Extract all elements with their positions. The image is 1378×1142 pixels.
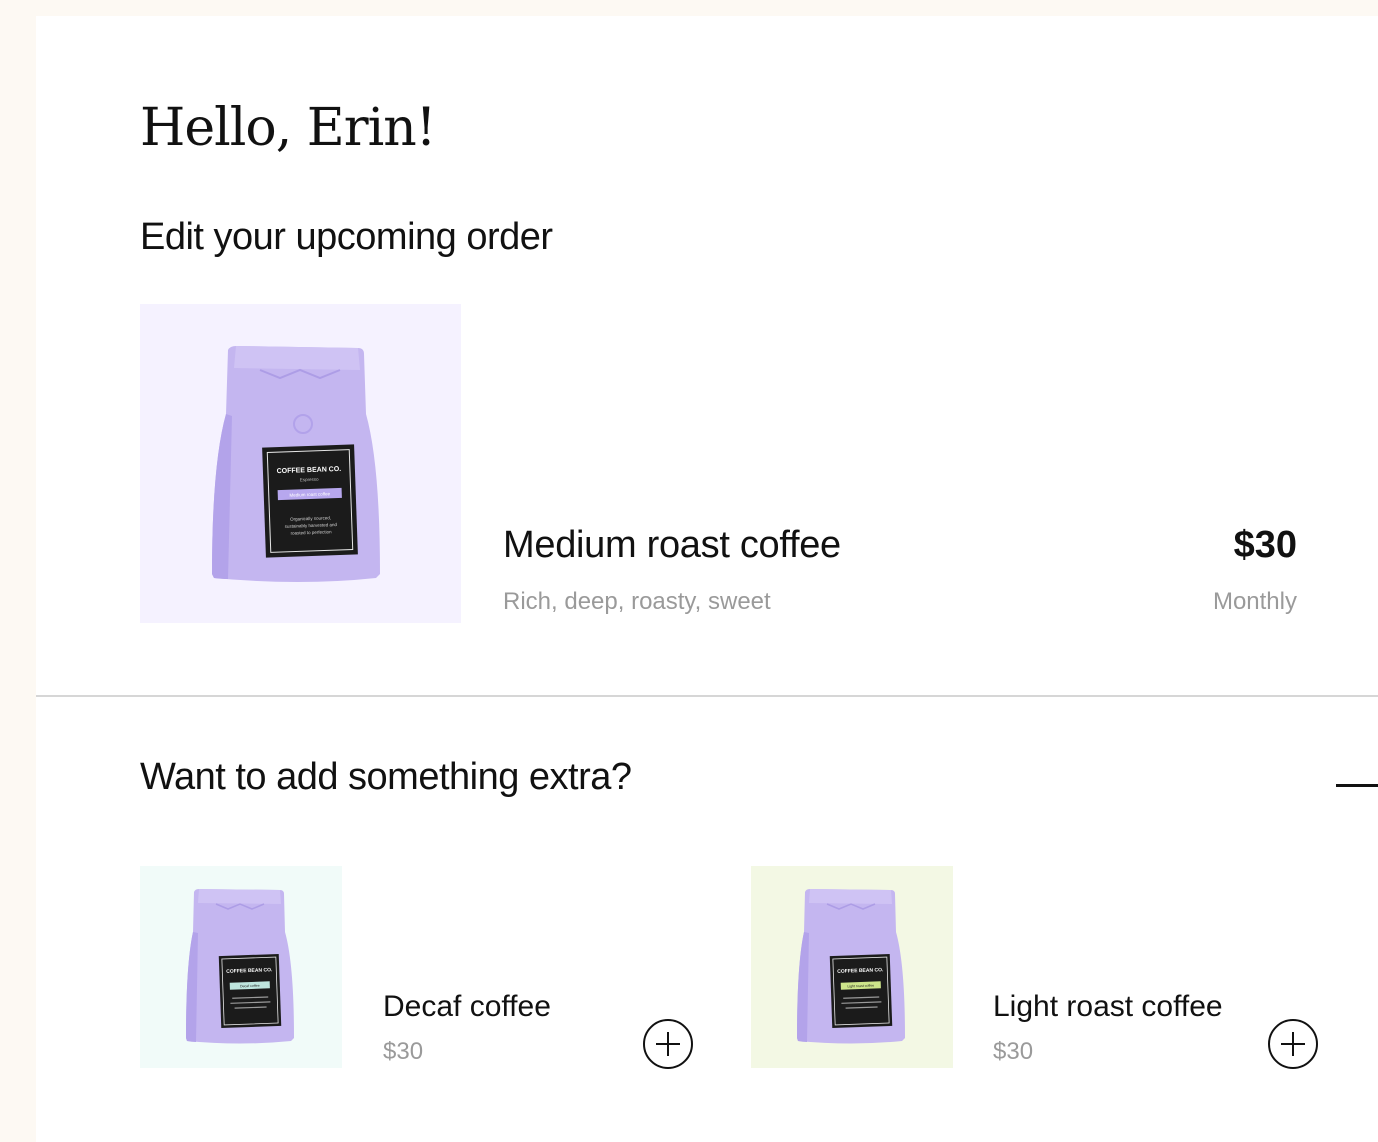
minus-icon xyxy=(1336,784,1378,787)
order-card: Hello, Erin! Edit your upcoming order CO… xyxy=(36,16,1378,1142)
upcoming-order-heading: Edit your upcoming order xyxy=(140,216,553,258)
coffee-bag-illustration: COFFEE BEAN CO. Light roast coffee xyxy=(751,866,953,1068)
coffee-bag-illustration: COFFEE BEAN CO. Decaf coffee xyxy=(140,866,342,1068)
extras-heading: Want to add something extra? xyxy=(140,756,632,798)
add-light-roast-button[interactable] xyxy=(1267,1018,1319,1070)
order-item-frequency: Monthly xyxy=(1212,588,1297,615)
collapse-extras-button[interactable] xyxy=(1336,770,1378,800)
bag-band-text: Decaf coffee xyxy=(240,984,260,989)
order-item-name: Medium roast coffee xyxy=(503,524,841,566)
greeting-heading: Hello, Erin! xyxy=(140,98,437,158)
bag-sub-text: Espresso xyxy=(300,477,319,483)
light-roast-product-image: COFFEE BEAN CO. Light roast coffee xyxy=(751,866,953,1068)
plus-circle-icon xyxy=(643,1019,693,1069)
add-decaf-button[interactable] xyxy=(642,1018,694,1070)
decaf-product-image: COFFEE BEAN CO. Decaf coffee xyxy=(140,866,342,1068)
decaf-item-name: Decaf coffee xyxy=(383,990,551,1023)
order-item-description: Rich, deep, roasty, sweet xyxy=(503,588,771,615)
coffee-bag-illustration: COFFEE BEAN CO. Espresso Medium roast co… xyxy=(140,304,461,623)
light-roast-item-name: Light roast coffee xyxy=(993,990,1223,1023)
decaf-item-price: $30 xyxy=(383,1038,424,1065)
section-divider xyxy=(36,695,1378,697)
light-roast-item-price: $30 xyxy=(993,1038,1034,1065)
medium-roast-product-image: COFFEE BEAN CO. Espresso Medium roast co… xyxy=(140,304,461,623)
plus-circle-icon xyxy=(1268,1019,1318,1069)
order-item-price: $30 xyxy=(1233,524,1297,566)
